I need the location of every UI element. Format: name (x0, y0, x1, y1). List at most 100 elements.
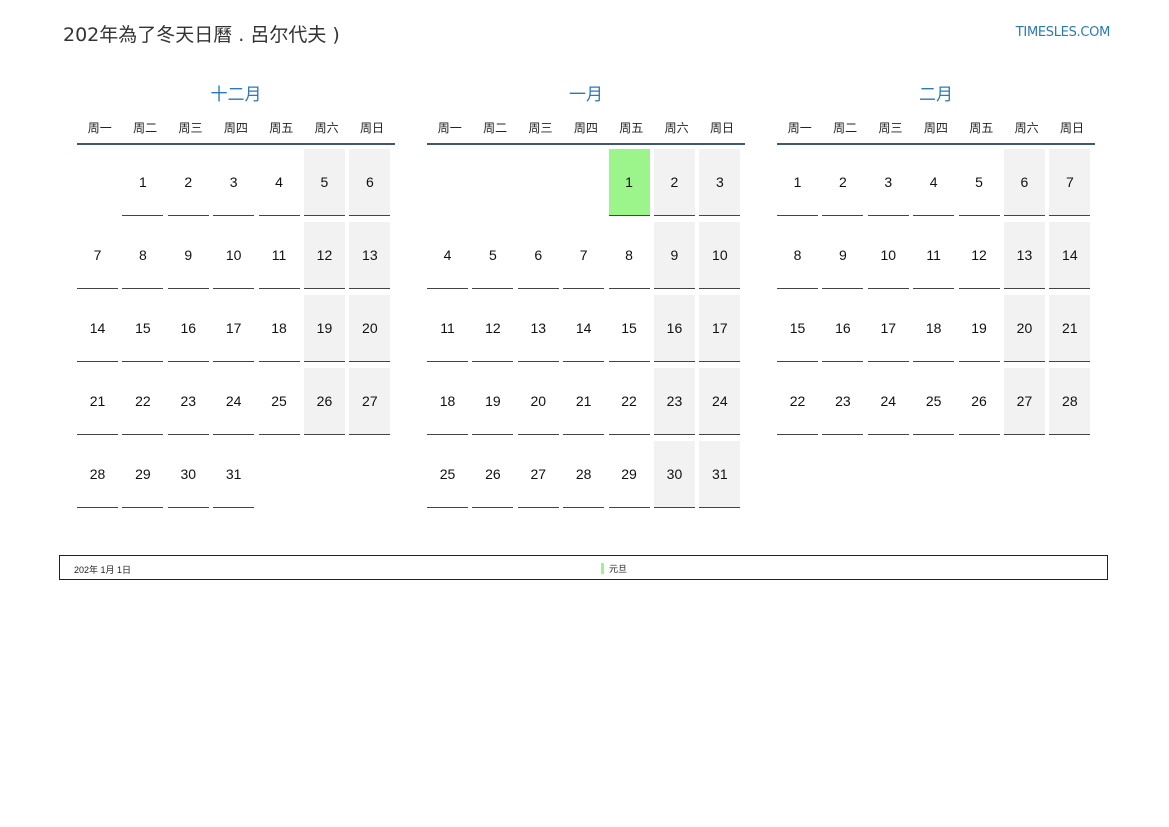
day-cell: 24 (699, 368, 741, 435)
day-cell: 16 (653, 295, 695, 362)
day-cell: 31 (213, 441, 255, 508)
weekday-label: 周三 (878, 120, 903, 135)
day-cell: 11 (427, 295, 468, 362)
month-title: 二月 (919, 85, 953, 105)
empty-cell (563, 149, 604, 216)
day-grid: 1 2 3 4 5 6 7 8 9 10 11 12 13 14 15 16 17 18 19 20 21 22 23 24 2… (777, 149, 1095, 435)
day-cell: 31 (699, 441, 741, 508)
day-cell: 28 (1049, 368, 1091, 435)
day-cell: 26 (472, 441, 514, 508)
day-cell: 13 (349, 222, 391, 289)
day-cell: 20 (1003, 295, 1045, 362)
day-cell: 14 (1049, 222, 1091, 289)
weekday-label: 周二 (833, 120, 858, 135)
day-cell: 26 (958, 368, 1000, 435)
day-cell: 19 (303, 295, 345, 362)
empty-cell (518, 149, 559, 216)
legend-date: 202年 1月 1日 (74, 565, 132, 575)
day-cell: 28 (77, 441, 118, 508)
day-cell: 4 (913, 149, 955, 216)
day-cell: 18 (427, 368, 468, 435)
empty-cell (427, 149, 468, 216)
day-grid: 1 2 3 4 5 6 7 8 9 10 11 12 13 14 15 16 17 18 19 20 21 22 23 24 2… (77, 149, 395, 508)
day-cell: 25 (913, 368, 955, 435)
day-cell: 7 (563, 222, 605, 289)
weekday-label: 周日 (1060, 120, 1085, 135)
day-cell: 15 (777, 295, 818, 362)
day-cell: 13 (1003, 222, 1045, 289)
day-cell: 23 (653, 368, 695, 435)
weekday-label: 周五 (269, 120, 294, 135)
site-link[interactable]: TIMESLES.COM (1016, 25, 1111, 40)
day-cell: 12 (958, 222, 1000, 289)
day-cell: 22 (608, 368, 650, 435)
day-cell: 4 (258, 149, 300, 216)
day-cell-holiday: 1 (608, 149, 650, 216)
day-cell: 28 (563, 441, 605, 508)
day-cell: 25 (258, 368, 300, 435)
day-cell: 16 (822, 295, 864, 362)
day-cell: 5 (472, 222, 514, 289)
weekday-label: 周三 (178, 120, 203, 135)
day-cell: 18 (258, 295, 300, 362)
day-cell: 5 (958, 149, 1000, 216)
day-cell: 20 (349, 295, 391, 362)
day-cell: 17 (699, 295, 741, 362)
day-cell: 9 (822, 222, 864, 289)
day-cell: 27 (517, 441, 559, 508)
day-cell: 11 (258, 222, 300, 289)
day-cell: 19 (472, 368, 514, 435)
weekday-label: 周二 (133, 120, 158, 135)
weekday-label: 周三 (528, 120, 553, 135)
day-cell: 15 (122, 295, 164, 362)
day-cell: 17 (213, 295, 255, 362)
day-cell: 10 (699, 222, 741, 289)
empty-cell (77, 149, 118, 216)
day-cell: 4 (427, 222, 468, 289)
day-cell: 24 (867, 368, 909, 435)
day-cell: 12 (303, 222, 345, 289)
day-cell: 23 (167, 368, 209, 435)
day-cell: 18 (913, 295, 955, 362)
weekday-label: 周四 (223, 120, 248, 135)
day-cell: 3 (867, 149, 909, 216)
weekday-label: 周四 (573, 120, 598, 135)
day-cell: 1 (122, 149, 164, 216)
day-cell: 14 (563, 295, 605, 362)
day-cell: 3 (699, 149, 741, 216)
day-cell: 9 (653, 222, 695, 289)
legend-holiday-name: 元旦 (609, 564, 628, 574)
day-cell: 8 (777, 222, 818, 289)
day-cell: 30 (167, 441, 209, 508)
day-cell: 8 (608, 222, 650, 289)
day-cell: 3 (213, 149, 255, 216)
weekday-label: 周六 (314, 120, 339, 135)
day-cell: 19 (958, 295, 1000, 362)
day-cell: 14 (77, 295, 118, 362)
day-cell: 16 (167, 295, 209, 362)
day-cell: 2 (822, 149, 864, 216)
weekday-label: 周一 (787, 120, 812, 135)
day-cell: 2 (653, 149, 695, 216)
weekday-label: 周一 (437, 120, 462, 135)
day-cell: 9 (167, 222, 209, 289)
day-cell: 1 (777, 149, 818, 216)
page-title: 202年為了冬天日曆 . 呂尔代夫 ) (63, 24, 340, 46)
day-cell: 29 (122, 441, 164, 508)
day-cell: 10 (867, 222, 909, 289)
weekday-header: 周一 周二 周三 周四 周五 周六 周日 (77, 114, 395, 145)
weekday-label: 周六 (1014, 120, 1039, 135)
weekday-header: 周一 周二 周三 周四 周五 周六 周日 (427, 114, 745, 145)
day-cell: 6 (1003, 149, 1045, 216)
holiday-color-marker (601, 563, 604, 574)
month-december: 十二月 周一 周二 周三 周四 周五 周六 周日 1 2 3 4 5 6 7 8 9 10 11 12 13 14 15… (77, 83, 395, 508)
day-cell: 21 (1049, 295, 1091, 362)
day-cell: 17 (867, 295, 909, 362)
day-cell: 5 (303, 149, 345, 216)
month-february: 二月 周一 周二 周三 周四 周五 周六 周日 1 2 3 4 5 6 7 8 9 10 11 12 13 14 15 1… (777, 83, 1095, 435)
weekday-label: 周四 (923, 120, 948, 135)
weekday-label: 周二 (483, 120, 508, 135)
day-cell: 7 (77, 222, 118, 289)
day-cell: 22 (122, 368, 164, 435)
legend-holiday-entry: 元旦 (601, 562, 627, 575)
